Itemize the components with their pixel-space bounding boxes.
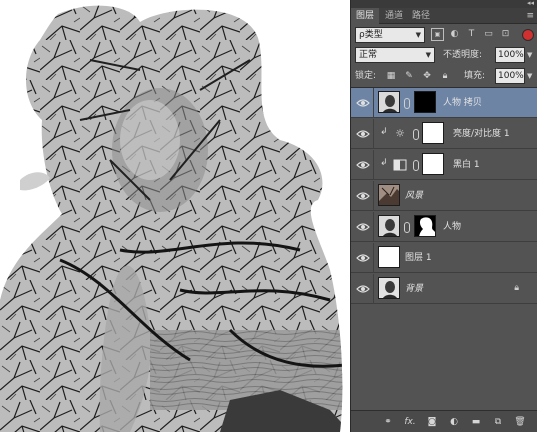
blend-mode-select[interactable]: 正常 ▼ — [355, 47, 435, 63]
lock-move-icon[interactable]: ✥ — [421, 70, 433, 82]
mask-link-icon[interactable] — [413, 129, 419, 140]
layer-row[interactable]: 人物 拷贝 — [351, 88, 537, 118]
lock-brush-icon[interactable]: ✎ — [403, 70, 415, 82]
group-icon[interactable]: ▬ — [469, 415, 483, 429]
eye-icon[interactable] — [356, 128, 370, 140]
chevron-down-icon: ▼ — [425, 51, 431, 59]
trash-icon[interactable]: 🗑︎ — [513, 415, 527, 429]
filter-type-select[interactable]: ρ类型 ▼ — [355, 27, 425, 43]
layer-thumbnail — [378, 184, 400, 206]
tab-layers[interactable]: 图层 — [351, 8, 380, 24]
blend-opacity-row: 正常 ▼ 不透明度: 100% ▼ — [355, 47, 534, 63]
layer-row[interactable]: 人物 — [351, 212, 537, 242]
portrait-thumbnail-image — [379, 92, 399, 112]
layer-row[interactable]: ↲ ☼ 亮度/对比度 1 — [351, 119, 537, 149]
visibility-column-divider — [373, 243, 374, 273]
layer-thumbnail — [378, 277, 400, 299]
eye-icon[interactable] — [356, 159, 370, 171]
layer-row[interactable]: 背景 🔒︎ — [351, 274, 537, 304]
fx-icon[interactable]: fx. — [403, 415, 417, 429]
opacity-label: 不透明度: — [443, 50, 483, 60]
panel-header-strip: ◂◂ — [351, 0, 537, 8]
layer-mask-thumbnail[interactable] — [414, 91, 436, 113]
layer-row[interactable]: 风景 — [351, 181, 537, 211]
panel-tabs: 图层 通道 路径 ≡ — [351, 8, 537, 24]
brightness-contrast-icon: ☼ — [395, 127, 405, 140]
layer-thumbnail — [378, 91, 400, 113]
visibility-column-divider — [373, 88, 374, 118]
clipping-arrow-icon: ↲ — [380, 158, 388, 168]
visibility-column-divider — [373, 274, 374, 304]
eye-icon[interactable] — [356, 283, 370, 295]
layer-name[interactable]: 亮度/对比度 1 — [453, 119, 510, 149]
portrait-thumbnail-image — [379, 278, 399, 298]
lock-label: 锁定: — [355, 71, 377, 81]
tab-paths[interactable]: 路径 — [407, 8, 435, 24]
visibility-column-divider — [373, 212, 374, 242]
adjustment-filter-icon[interactable]: ◐ — [448, 28, 461, 41]
eye-icon[interactable] — [356, 97, 370, 109]
layer-name[interactable]: 图层 1 — [405, 243, 432, 273]
eye-icon[interactable] — [356, 252, 370, 264]
layer-mask-thumbnail[interactable] — [422, 122, 444, 144]
clipping-arrow-icon: ↲ — [380, 127, 388, 137]
fill-slider-icon[interactable]: ▼ — [527, 68, 535, 84]
chevron-down-icon: ▼ — [415, 31, 421, 39]
layer-row[interactable]: ↲ 黑白 1 — [351, 150, 537, 180]
layers-bottom-toolbar: ⚭ fx. ◙ ◐ ▬ ⧉ 🗑︎ — [351, 410, 537, 432]
tab-channels[interactable]: 通道 — [380, 8, 408, 24]
visibility-column-divider — [373, 150, 374, 180]
layer-name[interactable]: 人物 拷贝 — [443, 88, 482, 118]
layer-filter-row: ρ类型 ▼ ▣ ◐ T ▭ ⊡ — [355, 27, 534, 43]
opacity-slider-icon[interactable]: ▼ — [527, 47, 535, 63]
silhouette-mask-image — [415, 216, 435, 236]
black-white-adjustment-icon — [393, 158, 407, 172]
mask-link-icon[interactable] — [404, 98, 410, 109]
eye-icon[interactable] — [356, 190, 370, 202]
eye-icon[interactable] — [356, 221, 370, 233]
type-filter-icon[interactable]: T — [465, 28, 478, 41]
layer-name[interactable]: 黑白 1 — [453, 150, 480, 180]
shape-filter-icon[interactable]: ▭ — [482, 28, 495, 41]
fill-field[interactable]: 100% — [495, 68, 525, 84]
image-filter-icon[interactable]: ▣ — [431, 28, 444, 41]
lock-all-icon[interactable]: 🔒︎ — [439, 70, 451, 82]
layer-name[interactable]: 背景 — [405, 274, 423, 304]
layer-thumbnail — [378, 215, 400, 237]
smartobject-filter-icon[interactable]: ⊡ — [499, 28, 512, 41]
layer-name[interactable]: 人物 — [443, 212, 461, 242]
visibility-column-divider — [373, 119, 374, 149]
opacity-field[interactable]: 100% — [495, 47, 525, 63]
mask-icon[interactable]: ◙ — [425, 415, 439, 429]
new-layer-icon[interactable]: ⧉ — [491, 415, 505, 429]
layer-thumbnail — [378, 246, 400, 268]
fill-label: 填充: — [464, 71, 486, 81]
layer-name[interactable]: 风景 — [405, 181, 423, 211]
adjustment-icon[interactable]: ◐ — [447, 415, 461, 429]
lock-fill-row: 锁定: ▦ ✎ ✥ 🔒︎ 填充: 100% ▼ — [355, 68, 534, 84]
layers-list: 人物 拷贝 ↲ ☼ 亮度/对比度 1 ↲ 黑白 1 风景 人物 图层 1 背景 … — [351, 87, 537, 410]
collapse-panel-icon[interactable]: ◂◂ — [527, 0, 534, 7]
lock-pixels-icon[interactable]: ▦ — [385, 70, 397, 82]
link-icon[interactable]: ⚭ — [381, 415, 395, 429]
landscape-thumbnail-image — [379, 185, 399, 205]
layer-mask-thumbnail[interactable] — [422, 153, 444, 175]
layer-mask-thumbnail[interactable] — [414, 215, 436, 237]
filter-toggle-icon[interactable] — [522, 29, 534, 41]
layers-panel: ◂◂ 图层 通道 路径 ≡ ρ类型 ▼ ▣ ◐ T ▭ ⊡ 正常 ▼ 不透明度:… — [350, 0, 537, 432]
filter-type-label: ρ类型 — [359, 30, 383, 40]
double-exposure-artwork — [0, 0, 350, 432]
layer-row[interactable]: 图层 1 — [351, 243, 537, 273]
layer-lock-icon: 🔒︎ — [514, 283, 519, 293]
blend-mode-value: 正常 — [359, 50, 378, 60]
mask-link-icon[interactable] — [404, 222, 410, 233]
panel-menu-icon[interactable]: ≡ — [526, 8, 534, 24]
mask-link-icon[interactable] — [413, 160, 419, 171]
black-white-icon-glyph — [393, 159, 407, 171]
portrait-thumbnail-image — [379, 216, 399, 236]
visibility-column-divider — [373, 181, 374, 211]
document-canvas[interactable] — [0, 0, 350, 432]
